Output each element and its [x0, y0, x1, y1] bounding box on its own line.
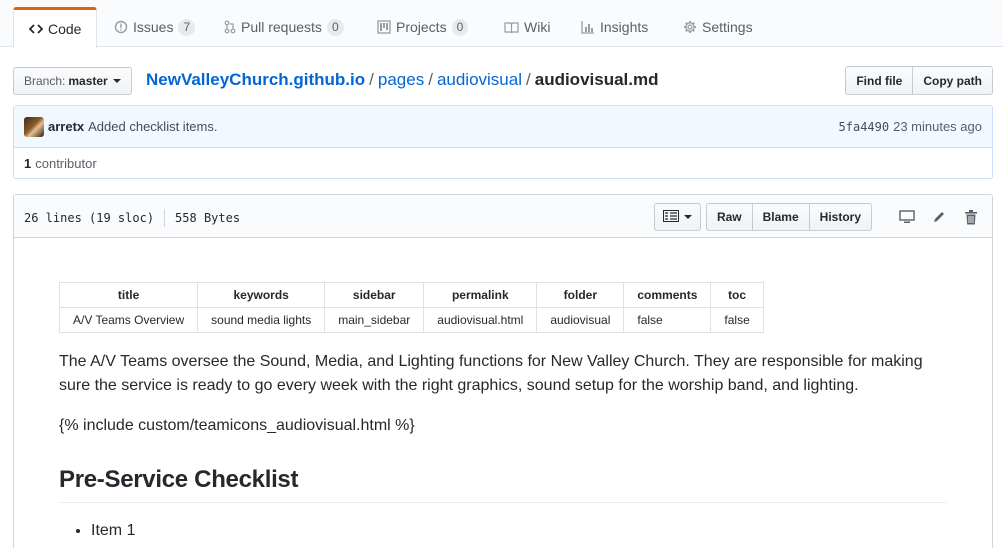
frontmatter-table: title keywords sidebar permalink folder …	[58, 282, 764, 333]
table-header-row: title keywords sidebar permalink folder …	[58, 282, 764, 308]
commit-time: 23 minutes ago	[893, 119, 982, 134]
tab-label: Settings	[702, 19, 753, 35]
breadcrumb-current-file: audiovisual.md	[534, 70, 659, 89]
table-header-cell: toc	[710, 282, 764, 308]
tab-pull-requests[interactable]: Pull requests 0	[209, 7, 359, 47]
commit-tease: arretx Added checklist items. 5fa4490 23…	[14, 106, 992, 148]
table-header-cell: permalink	[423, 282, 538, 308]
tab-wiki[interactable]: Wiki	[489, 7, 565, 47]
projects-counter: 0	[451, 18, 469, 36]
include-directive-text: {% include custom/teamicons_audiovisual.…	[59, 417, 415, 434]
markdown-body: title keywords sidebar permalink folder …	[58, 282, 947, 543]
tab-label: Code	[48, 21, 82, 37]
list-view-icon	[662, 209, 679, 225]
code-icon	[29, 22, 43, 36]
file-info-divider	[164, 209, 166, 227]
tab-label: Wiki	[524, 19, 551, 35]
table-row: A/V Teams Overview sound media lights ma…	[58, 307, 764, 333]
table-header-cell: comments	[623, 282, 712, 308]
raw-button[interactable]: Raw	[705, 203, 753, 231]
table-cell: audiovisual	[536, 307, 625, 333]
table-header-cell: keywords	[197, 282, 326, 308]
file-line-count: 26 lines (19 sloc)	[24, 211, 155, 225]
commit-message-link[interactable]: Added checklist items.	[88, 119, 217, 134]
pull-request-icon	[224, 20, 236, 34]
file-box: 26 lines (19 sloc) 558 Bytes Raw Blame H…	[13, 194, 993, 548]
tab-label: Pull requests	[241, 19, 322, 35]
pencil-icon[interactable]	[928, 206, 950, 228]
tab-code[interactable]: Code	[13, 7, 98, 48]
project-icon	[377, 20, 391, 34]
trash-icon[interactable]	[960, 206, 982, 228]
breadcrumb: NewValleyChurch.github.io / pages / audiovis…	[146, 70, 658, 90]
table-header-cell: sidebar	[324, 282, 425, 308]
intro-paragraph: The A/V Teams oversee the Sound, Media, …	[59, 353, 923, 394]
gear-icon	[683, 20, 697, 34]
table-cell: A/V Teams Overview	[58, 307, 199, 333]
table-cell: main_sidebar	[324, 307, 425, 333]
breadcrumb-pages-link[interactable]: pages	[378, 70, 424, 89]
checklist: Item 1	[59, 519, 947, 543]
raw-blame-history-group: Raw Blame History	[705, 203, 872, 231]
file-actions: Raw Blame History	[653, 203, 982, 231]
breadcrumb-repo-link[interactable]: NewValleyChurch.github.io	[146, 70, 365, 89]
file-size: 558 Bytes	[175, 211, 241, 225]
tab-issues[interactable]: Issues 7	[99, 7, 210, 47]
file-header: 26 lines (19 sloc) 558 Bytes Raw Blame H…	[14, 195, 992, 238]
table-cell: false	[623, 307, 712, 333]
book-icon	[504, 21, 519, 34]
table-cell: sound media lights	[197, 307, 326, 333]
branch-select-button[interactable]: Branch: master	[13, 67, 132, 95]
table-header-cell: title	[58, 282, 199, 308]
list-item: Item 1	[91, 519, 947, 543]
commit-meta: 5fa4490 23 minutes ago	[839, 119, 982, 134]
file-nav-buttons: Find file Copy path	[845, 66, 993, 95]
blame-button[interactable]: Blame	[752, 203, 810, 231]
issues-counter: 7	[178, 18, 196, 36]
display-mode-button[interactable]	[653, 203, 701, 231]
issue-icon	[114, 20, 128, 34]
table-cell: audiovisual.html	[423, 307, 538, 333]
commit-sha-link[interactable]: 5fa4490	[839, 120, 890, 134]
chevron-down-icon	[683, 215, 692, 219]
branch-prefix: Branch:	[24, 74, 66, 88]
contributor-label: contributor	[35, 156, 97, 171]
branch-name: master	[68, 74, 108, 88]
graph-icon	[581, 20, 595, 34]
history-button[interactable]: History	[809, 203, 872, 231]
commit-box: arretx Added checklist items. 5fa4490 23…	[13, 105, 993, 179]
tab-label: Projects	[396, 19, 447, 35]
tab-label: Issues	[133, 19, 174, 35]
breadcrumb-separator: /	[369, 70, 374, 89]
contributors-summary[interactable]: 1 contributor	[14, 148, 992, 179]
pull-requests-counter: 0	[326, 18, 344, 36]
tab-settings[interactable]: Settings	[668, 7, 768, 47]
avatar[interactable]	[24, 116, 44, 137]
section-heading: Pre-Service Checklist	[59, 466, 947, 503]
find-file-button[interactable]: Find file	[845, 66, 914, 95]
breadcrumb-separator: /	[526, 70, 531, 89]
chevron-down-icon	[112, 79, 121, 83]
tab-label: Insights	[600, 19, 649, 35]
breadcrumb-audiovisual-link[interactable]: audiovisual	[437, 70, 522, 89]
tab-insights[interactable]: Insights	[566, 7, 663, 47]
desktop-icon[interactable]	[896, 206, 918, 228]
breadcrumb-separator: /	[428, 70, 433, 89]
table-cell: false	[710, 307, 764, 333]
tab-projects[interactable]: Projects 0	[362, 7, 483, 47]
repo-nav-tabs: Code Issues 7 Pull requests 0 Projects 0…	[0, 0, 1003, 48]
commit-author-link[interactable]: arretx	[48, 119, 84, 134]
file-info: 26 lines (19 sloc) 558 Bytes	[24, 209, 240, 227]
copy-path-button[interactable]: Copy path	[913, 66, 993, 95]
table-header-cell: folder	[536, 282, 625, 308]
contributor-count: 1	[24, 156, 32, 171]
